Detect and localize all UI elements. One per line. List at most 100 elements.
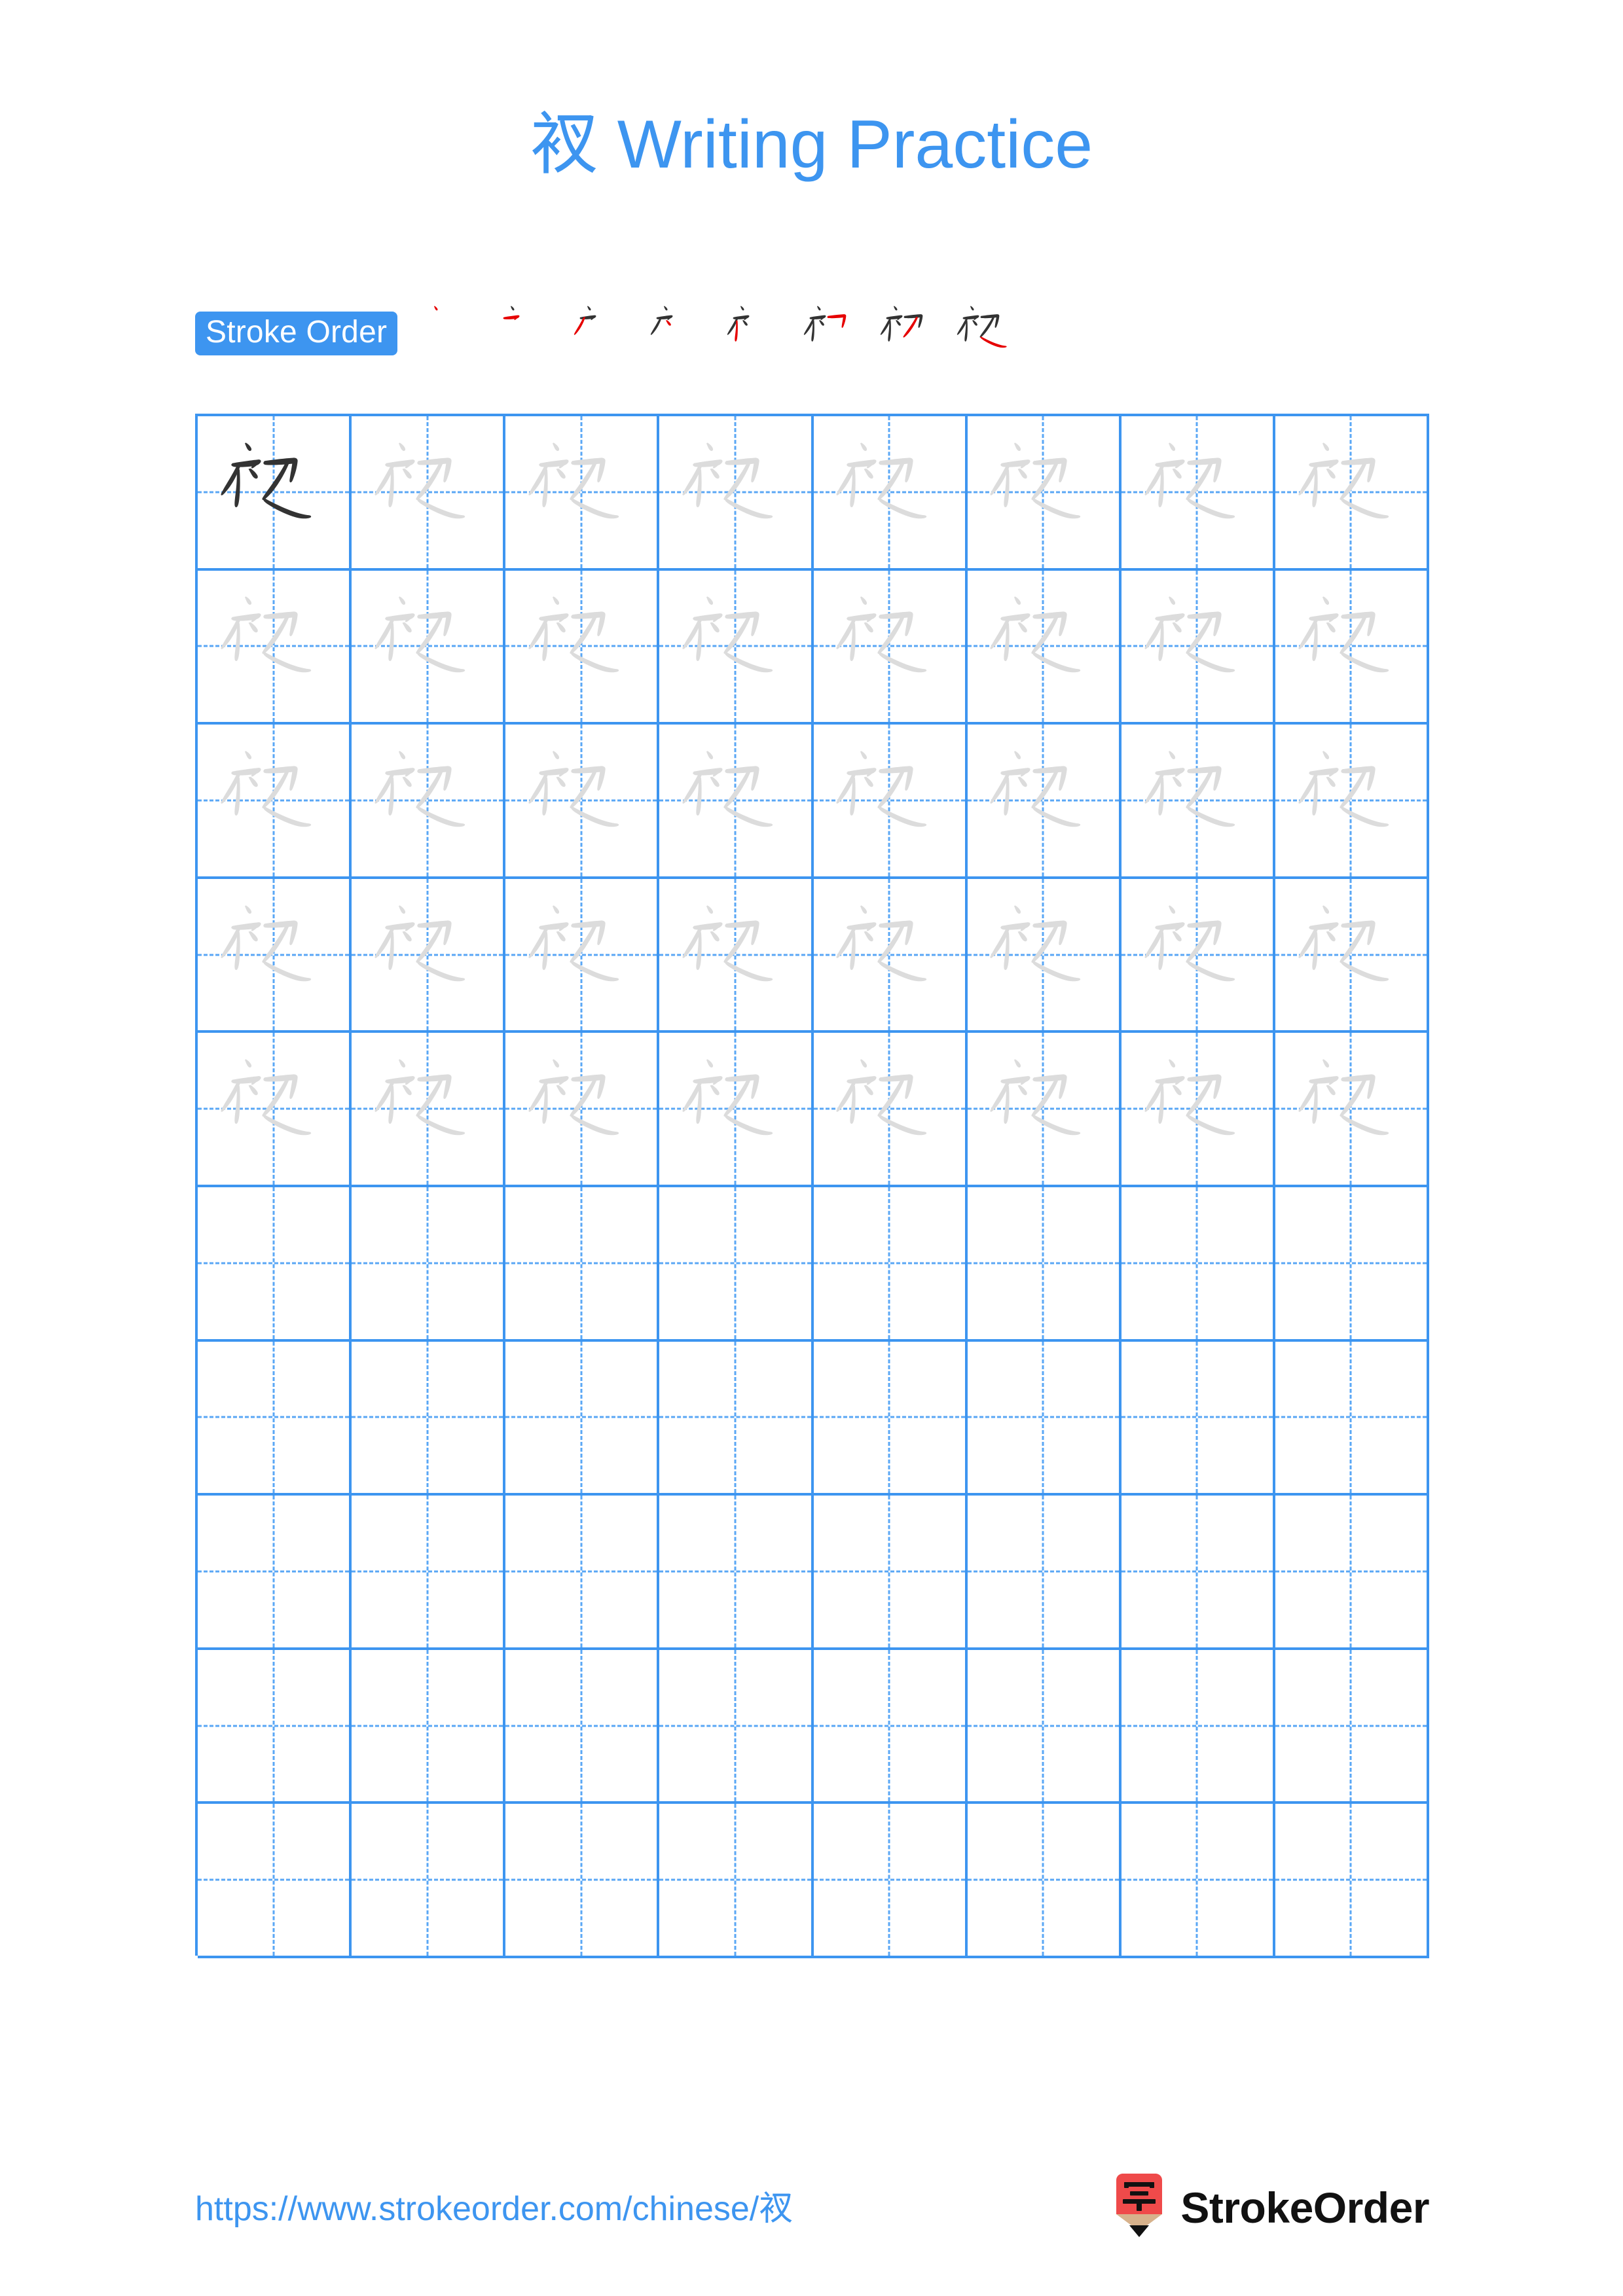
practice-cell-r9-c2[interactable] <box>352 1649 506 1804</box>
stroke-order-section: Stroke Order <box>195 305 1026 361</box>
practice-cell-r8-c3[interactable] <box>505 1496 660 1650</box>
practice-cell-r5-c3[interactable] <box>505 1033 660 1187</box>
practice-cell-r7-c3[interactable] <box>505 1341 660 1496</box>
practice-cell-r2-c5[interactable] <box>813 570 968 725</box>
practice-cell-r10-c3[interactable] <box>505 1804 660 1958</box>
practice-grid-row <box>198 1804 1429 1958</box>
cell-horizontal-guide <box>659 1262 811 1265</box>
cell-horizontal-guide <box>1275 1570 1427 1573</box>
practice-cell-r6-c8[interactable] <box>1275 1187 1429 1342</box>
practice-cell-r6-c2[interactable] <box>352 1187 506 1342</box>
trace-character <box>976 734 1109 867</box>
trace-character <box>976 579 1109 713</box>
cell-horizontal-guide <box>198 1416 350 1418</box>
practice-cell-r3-c3[interactable] <box>505 725 660 879</box>
practice-cell-r5-c1[interactable] <box>198 1033 352 1187</box>
practice-cell-r10-c2[interactable] <box>352 1804 506 1958</box>
practice-cell-r5-c2[interactable] <box>352 1033 506 1187</box>
cell-horizontal-guide <box>813 1262 965 1265</box>
practice-cell-r7-c7[interactable] <box>1121 1341 1275 1496</box>
practice-cell-r9-c3[interactable] <box>505 1649 660 1804</box>
practice-cell-r1-c4[interactable] <box>659 416 814 571</box>
practice-cell-r8-c1[interactable] <box>198 1496 352 1650</box>
practice-cell-r4-c1[interactable] <box>198 878 352 1033</box>
practice-cell-r7-c5[interactable] <box>813 1341 968 1496</box>
practice-grid-row <box>198 1187 1429 1342</box>
cell-horizontal-guide <box>967 1416 1119 1418</box>
cell-horizontal-guide <box>198 1725 350 1727</box>
trace-character <box>1285 1042 1417 1175</box>
practice-cell-r1-c2[interactable] <box>352 416 506 571</box>
practice-cell-r10-c5[interactable] <box>813 1804 968 1958</box>
practice-cell-r4-c5[interactable] <box>813 878 968 1033</box>
practice-cell-r5-c4[interactable] <box>659 1033 814 1187</box>
practice-cell-r10-c1[interactable] <box>198 1804 352 1958</box>
stroke-order-step-7 <box>873 296 946 370</box>
practice-cell-r9-c8[interactable] <box>1275 1649 1429 1804</box>
practice-cell-r6-c3[interactable] <box>505 1187 660 1342</box>
practice-cell-r9-c7[interactable] <box>1121 1649 1275 1804</box>
practice-cell-r6-c4[interactable] <box>659 1187 814 1342</box>
practice-cell-r8-c4[interactable] <box>659 1496 814 1650</box>
practice-cell-r3-c1[interactable] <box>198 725 352 879</box>
practice-cell-r1-c5[interactable] <box>813 416 968 571</box>
practice-cell-r5-c5[interactable] <box>813 1033 968 1187</box>
practice-cell-r10-c4[interactable] <box>659 1804 814 1958</box>
practice-cell-r4-c7[interactable] <box>1121 878 1275 1033</box>
practice-cell-r4-c6[interactable] <box>967 878 1122 1033</box>
practice-cell-r2-c3[interactable] <box>505 570 660 725</box>
brand-name-text: StrokeOrder <box>1180 2183 1429 2232</box>
practice-cell-r3-c6[interactable] <box>967 725 1122 879</box>
practice-cell-r2-c7[interactable] <box>1121 570 1275 725</box>
practice-cell-r4-c4[interactable] <box>659 878 814 1033</box>
practice-cell-r7-c6[interactable] <box>967 1341 1122 1496</box>
practice-cell-r9-c4[interactable] <box>659 1649 814 1804</box>
practice-cell-r5-c7[interactable] <box>1121 1033 1275 1187</box>
practice-cell-r1-c7[interactable] <box>1121 416 1275 571</box>
practice-cell-r3-c5[interactable] <box>813 725 968 879</box>
practice-cell-r2-c2[interactable] <box>352 570 506 725</box>
trace-character <box>207 734 340 867</box>
practice-cell-r4-c8[interactable] <box>1275 878 1429 1033</box>
practice-cell-r6-c5[interactable] <box>813 1187 968 1342</box>
practice-cell-r6-c1[interactable] <box>198 1187 352 1342</box>
footer-url-link[interactable]: https://www.strokeorder.com/chinese/衩 <box>195 2181 793 2230</box>
practice-cell-r10-c7[interactable] <box>1121 1804 1275 1958</box>
practice-cell-r2-c6[interactable] <box>967 570 1122 725</box>
practice-cell-r6-c7[interactable] <box>1121 1187 1275 1342</box>
practice-cell-r10-c6[interactable] <box>967 1804 1122 1958</box>
practice-cell-r2-c4[interactable] <box>659 570 814 725</box>
practice-cell-r9-c1[interactable] <box>198 1649 352 1804</box>
practice-cell-r7-c4[interactable] <box>659 1341 814 1496</box>
stroke-order-step-5 <box>720 296 793 370</box>
practice-cell-r8-c8[interactable] <box>1275 1496 1429 1650</box>
practice-cell-r10-c8[interactable] <box>1275 1804 1429 1958</box>
practice-cell-r7-c1[interactable] <box>198 1341 352 1496</box>
practice-cell-r3-c4[interactable] <box>659 725 814 879</box>
practice-cell-r5-c6[interactable] <box>967 1033 1122 1187</box>
practice-cell-r3-c7[interactable] <box>1121 725 1275 879</box>
practice-cell-r8-c5[interactable] <box>813 1496 968 1650</box>
practice-cell-r1-c1[interactable] <box>198 416 352 571</box>
trace-character <box>822 579 955 713</box>
practice-cell-r8-c7[interactable] <box>1121 1496 1275 1650</box>
practice-cell-r4-c2[interactable] <box>352 878 506 1033</box>
practice-cell-r6-c6[interactable] <box>967 1187 1122 1342</box>
practice-cell-r2-c1[interactable] <box>198 570 352 725</box>
practice-cell-r2-c8[interactable] <box>1275 570 1429 725</box>
practice-cell-r1-c6[interactable] <box>967 416 1122 571</box>
practice-cell-r8-c2[interactable] <box>352 1496 506 1650</box>
practice-cell-r8-c6[interactable] <box>967 1496 1122 1650</box>
practice-cell-r5-c8[interactable] <box>1275 1033 1429 1187</box>
practice-cell-r1-c8[interactable] <box>1275 416 1429 571</box>
practice-cell-r9-c5[interactable] <box>813 1649 968 1804</box>
trace-character <box>361 425 494 559</box>
practice-cell-r7-c2[interactable] <box>352 1341 506 1496</box>
practice-cell-r3-c8[interactable] <box>1275 725 1429 879</box>
practice-cell-r4-c3[interactable] <box>505 878 660 1033</box>
practice-cell-r1-c3[interactable] <box>505 416 660 571</box>
practice-cell-r9-c6[interactable] <box>967 1649 1122 1804</box>
practice-cell-r3-c2[interactable] <box>352 725 506 879</box>
practice-cell-r7-c8[interactable] <box>1275 1341 1429 1496</box>
cell-horizontal-guide <box>1275 1725 1427 1727</box>
